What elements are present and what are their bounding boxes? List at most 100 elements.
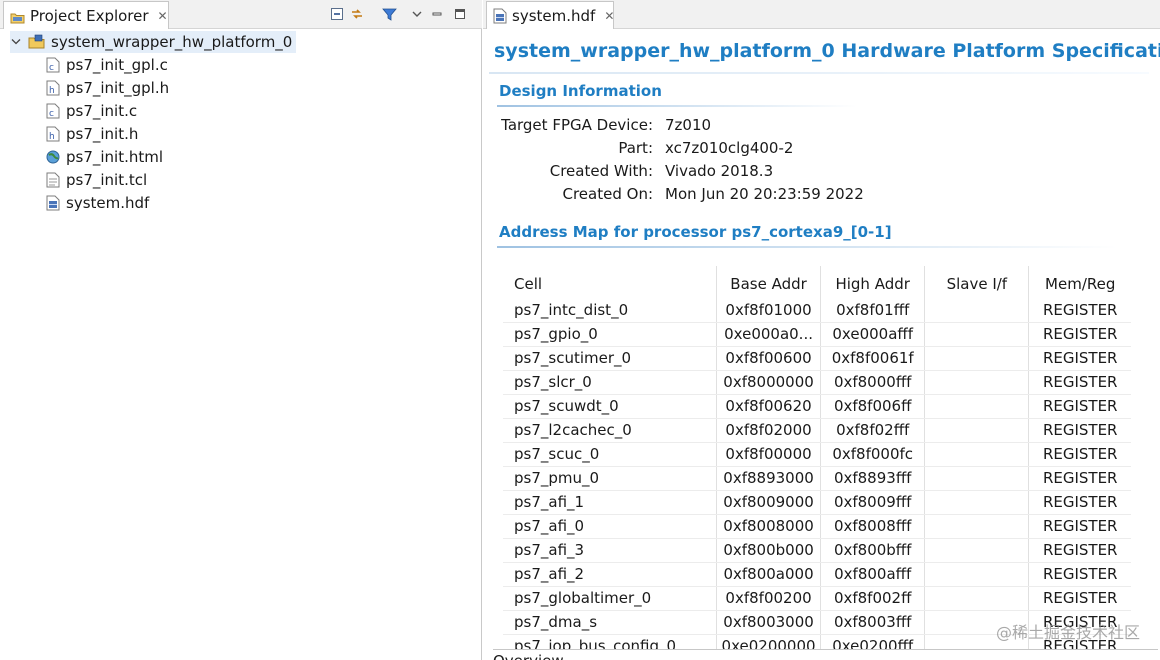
tree-item-file[interactable]: ps7_init.tcl [46, 169, 147, 191]
hw-project-folder-icon [28, 34, 45, 50]
address-map-body: ps7_intc_dist_0 0xf8f01000 0xf8f01fff REGIS… [503, 298, 1131, 659]
high-addr-cell: 0xf8f000fc [820, 442, 926, 467]
table-row[interactable]: ps7_scuwdt_0 0xf8f00620 0xf8f006ff REGISTER [503, 394, 1131, 419]
mem-reg-cell: REGISTER [1028, 322, 1131, 347]
svg-text:c: c [49, 63, 54, 73]
info-label: Part: [618, 139, 653, 157]
mem-reg-cell: REGISTER [1028, 298, 1131, 323]
tree-item-file[interactable]: c ps7_init_gpl.c [46, 54, 168, 76]
info-label: Target FPGA Device: [501, 116, 653, 134]
base-addr-cell: 0xf8008000 [716, 514, 822, 539]
table-row[interactable]: ps7_globaltimer_0 0xf8f00200 0xf8f002ff REG… [503, 586, 1131, 611]
html-globe-icon [46, 149, 60, 165]
tree-item-file[interactable]: c ps7_init.c [46, 100, 137, 122]
cell-name: ps7_dma_s [503, 610, 717, 635]
mem-reg-cell: REGISTER [1028, 346, 1131, 371]
base-addr-cell: 0xf8893000 [716, 466, 822, 491]
c-file-icon: c [46, 103, 60, 119]
table-row[interactable]: ps7_slcr_0 0xf8000000 0xf8000fff REGISTER [503, 370, 1131, 395]
tree-item-file[interactable]: h ps7_init.h [46, 123, 138, 145]
tree-item-file[interactable]: ps7_init.html [46, 146, 163, 168]
svg-text:h: h [49, 132, 55, 142]
base-addr-cell: 0xf8f02000 [716, 418, 822, 443]
link-with-editor-icon[interactable] [348, 5, 366, 23]
filter-icon[interactable] [380, 5, 398, 23]
project-explorer-view: Project Explorer ✕ system_wrapper_hw_pla… [0, 0, 482, 660]
high-addr-cell: 0xf8893fff [820, 466, 926, 491]
project-explorer-icon [10, 10, 25, 23]
h-file-icon: h [46, 80, 60, 96]
table-row[interactable]: ps7_l2cachec_0 0xf8f02000 0xf8f02fff REGIST… [503, 418, 1131, 443]
close-icon[interactable]: ✕ [604, 9, 614, 23]
cell-name: ps7_slcr_0 [503, 370, 717, 395]
slave-if-cell [924, 442, 1030, 467]
base-addr-cell: 0xf8f01000 [716, 298, 822, 323]
info-label: Created With: [549, 162, 653, 180]
mem-reg-cell: REGISTER [1028, 418, 1131, 443]
base-addr-cell: 0xf800b000 [716, 538, 822, 563]
hdf-file-icon [493, 8, 507, 24]
close-icon[interactable]: ✕ [158, 9, 168, 23]
minimize-icon[interactable] [428, 5, 446, 23]
table-row[interactable]: ps7_pmu_0 0xf8893000 0xf8893fff REGISTER [503, 466, 1131, 491]
table-row[interactable]: ps7_afi_2 0xf800a000 0xf800afff REGISTER [503, 562, 1131, 587]
section-divider [497, 105, 857, 107]
tree-item-file[interactable]: system.hdf [46, 192, 149, 214]
tree-item-file[interactable]: h ps7_init_gpl.h [46, 77, 169, 99]
table-row[interactable]: ps7_gpio_0 0xe000a0... 0xe000afff REGISTER [503, 322, 1131, 347]
cell-name: ps7_scuwdt_0 [503, 394, 717, 419]
slave-if-cell [924, 466, 1030, 491]
table-row[interactable]: ps7_afi_0 0xf8008000 0xf8008fff REGISTER [503, 514, 1131, 539]
address-map-table: Cell Base Addr High Addr Slave I/f Mem/R… [503, 266, 1131, 659]
table-row[interactable]: ps7_afi_3 0xf800b000 0xf800bfff REGISTER [503, 538, 1131, 563]
table-row[interactable]: ps7_scutimer_0 0xf8f00600 0xf8f0061f REGIST… [503, 346, 1131, 371]
column-header-mem-reg[interactable]: Mem/Reg [1029, 266, 1131, 298]
cell-name: ps7_afi_1 [503, 490, 717, 515]
base-addr-cell: 0xf8f00620 [716, 394, 822, 419]
base-addr-cell: 0xe000a0... [716, 322, 822, 347]
tree-item-hw-platform[interactable]: system_wrapper_hw_platform_0 [10, 31, 297, 53]
cell-name: ps7_l2cachec_0 [503, 418, 717, 443]
column-header-slave-if[interactable]: Slave I/f [924, 266, 1030, 298]
section-divider [497, 246, 1117, 248]
mem-reg-cell: REGISTER [1028, 442, 1131, 467]
tree-item-label: ps7_init_gpl.c [66, 56, 168, 74]
tree-item-label: ps7_init.tcl [66, 171, 148, 189]
tab-system-hdf[interactable]: system.hdf ✕ [486, 1, 614, 29]
cell-name: ps7_afi_0 [503, 514, 717, 539]
table-row[interactable]: ps7_afi_1 0xf8009000 0xf8009fff REGISTER [503, 490, 1131, 515]
text-file-icon [46, 172, 60, 188]
base-addr-cell: 0xf800a000 [716, 562, 822, 587]
address-map-heading: Address Map for processor ps7_cortexa9_[… [499, 223, 892, 241]
table-row[interactable]: ps7_scuc_0 0xf8f00000 0xf8f000fc REGISTER [503, 442, 1131, 467]
slave-if-cell [924, 418, 1030, 443]
maximize-icon[interactable] [451, 5, 469, 23]
high-addr-cell: 0xf8000fff [820, 370, 926, 395]
watermark: @稀土掘金技术社区 [995, 623, 1140, 642]
collapse-all-icon[interactable] [328, 5, 346, 23]
cell-name: ps7_pmu_0 [503, 466, 717, 491]
info-value: 7z010 [665, 116, 712, 134]
tab-overview-label: Overview [493, 650, 564, 660]
tab-overview[interactable]: Overview [493, 649, 1158, 660]
slave-if-cell [924, 562, 1030, 587]
chevron-down-icon[interactable] [10, 36, 22, 49]
cell-name: ps7_intc_dist_0 [503, 298, 717, 323]
column-header-high-addr[interactable]: High Addr [820, 266, 926, 298]
column-header-cell[interactable]: Cell [503, 266, 717, 298]
hdf-file-icon [46, 195, 60, 211]
high-addr-cell: 0xf8009fff [820, 490, 926, 515]
view-menu-icon[interactable] [408, 5, 426, 23]
cell-name: ps7_scutimer_0 [503, 346, 717, 371]
svg-text:h: h [49, 86, 55, 96]
tab-project-explorer-label: Project Explorer [30, 6, 149, 25]
h-file-icon: h [46, 126, 60, 142]
cell-name: ps7_afi_3 [503, 538, 717, 563]
mem-reg-cell: REGISTER [1028, 394, 1131, 419]
high-addr-cell: 0xf8f006ff [820, 394, 926, 419]
table-row[interactable]: ps7_intc_dist_0 0xf8f01000 0xf8f01fff REGIS… [503, 298, 1131, 323]
tab-project-explorer[interactable]: Project Explorer ✕ [3, 1, 169, 29]
column-header-base-addr[interactable]: Base Addr [716, 266, 822, 298]
slave-if-cell [924, 322, 1030, 347]
mem-reg-cell: REGISTER [1028, 562, 1131, 587]
